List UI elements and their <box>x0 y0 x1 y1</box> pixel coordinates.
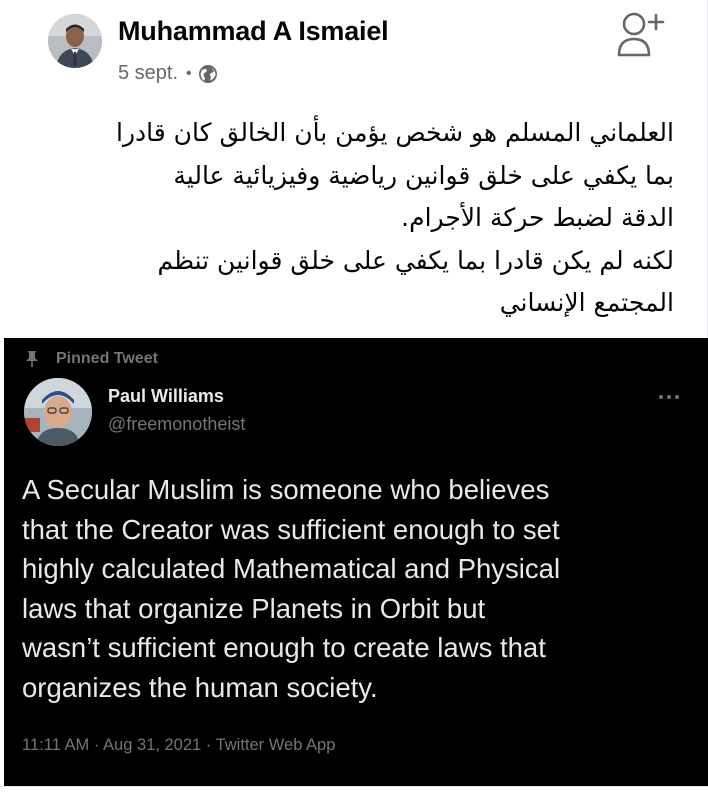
footer-separator: · <box>205 736 216 754</box>
tweet-time[interactable]: 11:11 AM <box>22 736 89 754</box>
post-text-line: المجتمع الإنساني <box>499 288 674 317</box>
tweet-text-line: laws that organize Planets in Orbit but <box>22 592 486 624</box>
tweet-author-name[interactable]: Paul Williams <box>108 386 224 407</box>
tweet-text: A Secular Muslim is someone who believes… <box>22 470 692 707</box>
post-meta: 5 sept. • <box>118 62 218 85</box>
author-avatar[interactable] <box>48 14 102 68</box>
tweet-text-line: that the Creator was sufficient enough t… <box>22 513 560 545</box>
tweet-footer: 11:11 AM · Aug 31, 2021 · Twitter Web Ap… <box>22 736 335 755</box>
post-text-line: الدقة لضبط حركة الأجرام. <box>401 203 674 232</box>
post-text-line: بما يكفي على خلق قوانين رياضية وفيزيائية… <box>173 160 674 190</box>
meta-separator: • <box>186 64 192 82</box>
footer-separator: · <box>93 736 104 754</box>
tweet-text-line: highly calculated Mathematical and Physi… <box>22 553 561 584</box>
author-name[interactable]: Muhammad A Ismaiel <box>118 16 389 47</box>
post-text-line: العلماني المسلم هو شخص يؤمن بأن الخالق ك… <box>116 118 674 147</box>
pinned-tweet-row: Pinned Tweet <box>24 350 158 368</box>
tweet-text-line: wasn’t sufficient enough to create laws … <box>22 632 546 663</box>
pinned-label: Pinned Tweet <box>56 350 158 367</box>
post-text-line: لكنه لم يكن قادرا بما يكفي على خلق قواني… <box>157 245 674 275</box>
post-bottom-edge <box>0 786 708 800</box>
globe-icon[interactable] <box>198 64 218 84</box>
facebook-post: Muhammad A Ismaiel 5 sept. • العلماني ال… <box>0 0 708 338</box>
tweet-author-avatar[interactable] <box>24 378 92 446</box>
tweet-text-line: A Secular Muslim is someone who believes <box>22 474 550 505</box>
post-text: العلماني المسلم هو شخص يؤمن بأن الخالق ك… <box>34 112 674 325</box>
tweet-date[interactable]: Aug 31, 2021 <box>103 736 201 754</box>
more-icon[interactable] <box>658 388 680 399</box>
tweet-source[interactable]: Twitter Web App <box>216 736 336 754</box>
post-date[interactable]: 5 sept. <box>118 62 178 85</box>
tweet-screenshot[interactable]: Pinned Tweet Paul Williams @freemonothei… <box>4 338 708 786</box>
pin-icon <box>24 350 40 368</box>
tweet-text-line: organizes the human society. <box>22 671 378 703</box>
add-friend-icon[interactable] <box>616 10 666 58</box>
tweet-author-handle[interactable]: @freemonotheist <box>108 414 245 435</box>
